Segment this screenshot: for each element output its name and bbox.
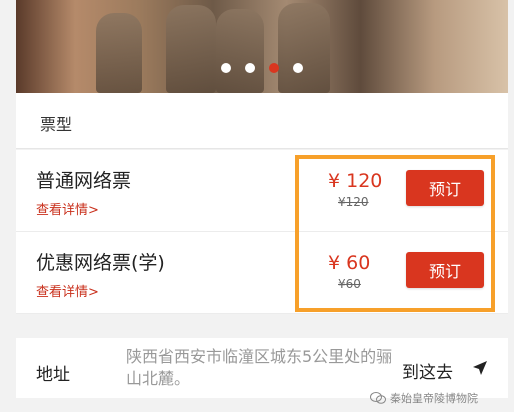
ticket-name: 优惠网络票(学) — [36, 252, 165, 274]
highlight-box — [295, 155, 495, 312]
watermark: 秦始皇帝陵博物院 — [370, 390, 478, 406]
ticket-name: 普通网络票 — [36, 170, 132, 192]
statue-image — [278, 3, 330, 93]
statue-image — [96, 13, 142, 93]
carousel-dot[interactable] — [293, 63, 303, 73]
ticket-type-header: 票型 — [16, 93, 508, 149]
carousel-indicator — [16, 63, 508, 73]
hero-banner[interactable] — [16, 0, 508, 93]
view-details-link[interactable]: 查看详情> — [36, 281, 99, 300]
navigate-link[interactable]: 到这去 — [402, 358, 453, 383]
address-label: 地址 — [36, 365, 70, 385]
statue-image — [166, 5, 216, 93]
navigate-arrow-icon[interactable] — [472, 360, 488, 376]
wechat-icon — [370, 392, 386, 404]
address-text: 陕西省西安市临潼区城东5公里处的骊山北麓。 — [126, 347, 393, 388]
statue-image — [216, 9, 264, 93]
section-title: 票型 — [40, 115, 73, 134]
view-details-link[interactable]: 查看详情> — [36, 199, 99, 218]
carousel-dot[interactable] — [221, 63, 231, 73]
carousel-dot-active[interactable] — [269, 63, 279, 73]
carousel-dot[interactable] — [245, 63, 255, 73]
address-row: 地址 陕西省西安市临潼区城东5公里处的骊山北麓。 到这去 — [16, 338, 508, 398]
watermark-text: 秦始皇帝陵博物院 — [390, 392, 478, 405]
